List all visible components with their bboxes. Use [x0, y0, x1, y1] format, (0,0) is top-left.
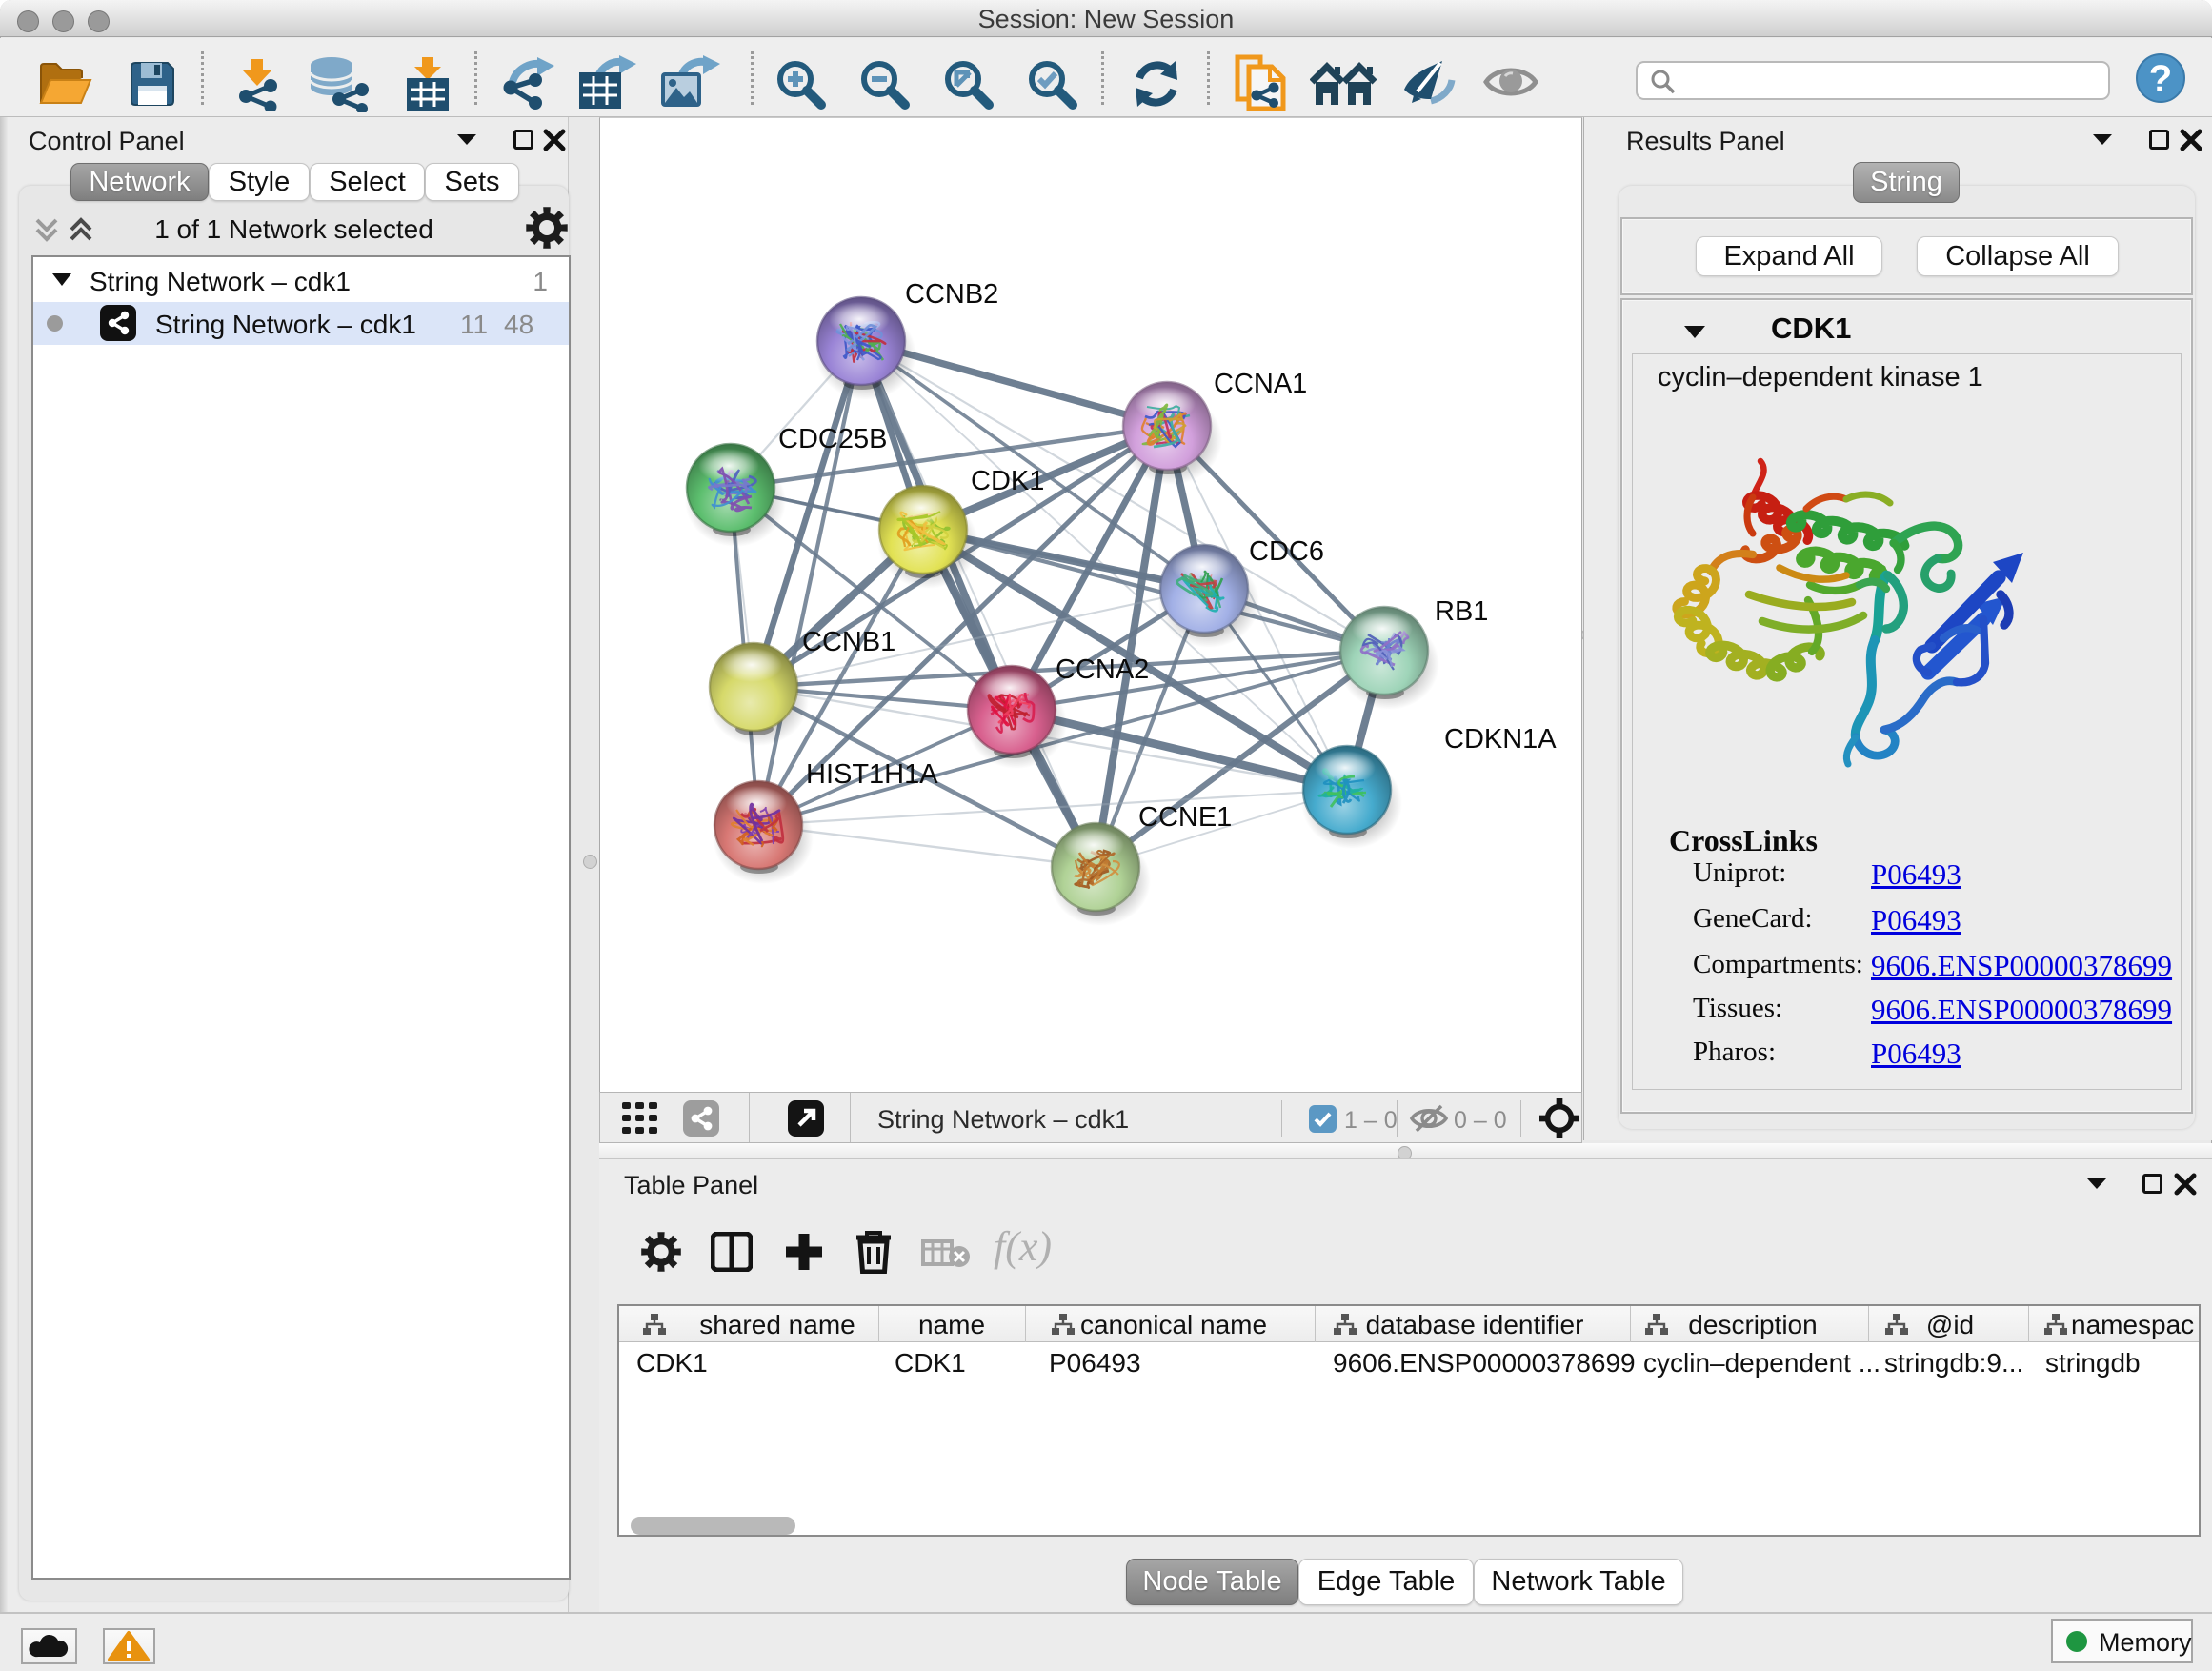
- svg-text:CCNB1: CCNB1: [802, 627, 895, 657]
- svg-text:CCNA1: CCNA1: [1214, 369, 1307, 399]
- svg-text:CCNB2: CCNB2: [905, 279, 998, 310]
- svg-text:HIST1H1A: HIST1H1A: [806, 759, 938, 790]
- svg-text:CDKN1A: CDKN1A: [1444, 724, 1557, 755]
- svg-text:CDC25B: CDC25B: [778, 424, 887, 454]
- svg-text:CCNE1: CCNE1: [1138, 802, 1232, 833]
- svg-text:RB1: RB1: [1435, 596, 1488, 627]
- svg-text:CDC6: CDC6: [1249, 536, 1324, 567]
- svg-text:CDK1: CDK1: [971, 466, 1044, 496]
- svg-text:CCNA2: CCNA2: [1056, 654, 1149, 685]
